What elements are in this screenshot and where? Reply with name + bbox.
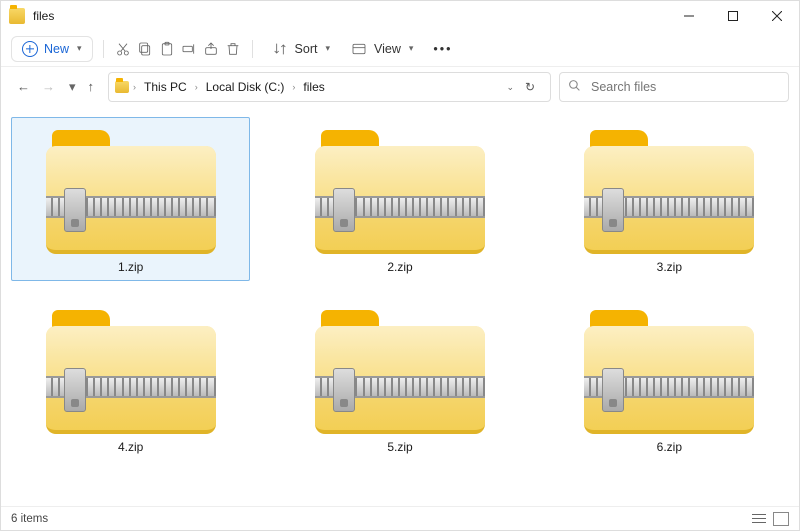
rename-button[interactable] bbox=[180, 40, 198, 58]
search-icon bbox=[568, 79, 581, 95]
chevron-right-icon: › bbox=[290, 82, 297, 92]
file-label: 4.zip bbox=[118, 440, 143, 454]
file-label: 3.zip bbox=[657, 260, 682, 274]
file-item[interactable]: 5.zip bbox=[280, 297, 519, 461]
sort-icon bbox=[271, 40, 289, 58]
divider bbox=[103, 40, 104, 58]
view-icon bbox=[350, 40, 368, 58]
refresh-button[interactable]: ↻ bbox=[516, 80, 544, 94]
toolbar: New ▾ Sort ▾ View ▾ ••• bbox=[1, 31, 799, 67]
search-box[interactable] bbox=[559, 72, 789, 102]
zip-folder-icon bbox=[315, 304, 485, 434]
zip-folder-icon bbox=[315, 124, 485, 254]
maximize-button[interactable] bbox=[711, 1, 755, 31]
chevron-right-icon: › bbox=[131, 82, 138, 92]
sort-button[interactable]: Sort ▾ bbox=[263, 36, 338, 62]
view-label: View bbox=[374, 42, 401, 56]
statusbar: 6 items bbox=[1, 506, 799, 530]
nav-arrows: ← → ▾ ↑ bbox=[11, 79, 100, 95]
details-view-button[interactable] bbox=[751, 512, 767, 526]
minimize-button[interactable] bbox=[667, 1, 711, 31]
file-item[interactable]: 1.zip bbox=[11, 117, 250, 281]
recent-button[interactable]: ▾ bbox=[69, 79, 76, 95]
plus-icon bbox=[22, 41, 38, 57]
sort-label: Sort bbox=[295, 42, 318, 56]
cut-button[interactable] bbox=[114, 40, 132, 58]
paste-button[interactable] bbox=[158, 40, 176, 58]
file-label: 2.zip bbox=[387, 260, 412, 274]
chevron-down-icon: ▾ bbox=[325, 43, 330, 54]
up-button[interactable]: ↑ bbox=[88, 79, 95, 95]
new-button[interactable]: New ▾ bbox=[11, 36, 93, 62]
item-count: 6 items bbox=[11, 513, 48, 525]
file-label: 5.zip bbox=[387, 440, 412, 454]
breadcrumb-seg[interactable]: This PC bbox=[140, 78, 191, 96]
chevron-down-icon: ▾ bbox=[77, 43, 82, 54]
more-button[interactable]: ••• bbox=[425, 38, 460, 60]
file-item[interactable]: 4.zip bbox=[11, 297, 250, 461]
titlebar: files bbox=[1, 1, 799, 31]
zip-folder-icon bbox=[46, 304, 216, 434]
new-label: New bbox=[44, 42, 69, 56]
window-title: files bbox=[33, 9, 54, 23]
navbar: ← → ▾ ↑ › This PC › Local Disk (C:) › fi… bbox=[1, 67, 799, 107]
file-label: 1.zip bbox=[118, 260, 143, 274]
address-bar[interactable]: › This PC › Local Disk (C:) › files ⌄ ↻ bbox=[108, 72, 551, 102]
file-grid: 1.zip 2.zip 3.zip 4.zip bbox=[11, 117, 789, 461]
chevron-down-icon[interactable]: ⌄ bbox=[506, 82, 514, 93]
divider bbox=[252, 40, 253, 58]
zip-folder-icon bbox=[46, 124, 216, 254]
breadcrumb-seg[interactable]: Local Disk (C:) bbox=[202, 78, 289, 96]
forward-button[interactable]: → bbox=[42, 79, 55, 95]
file-item[interactable]: 3.zip bbox=[550, 117, 789, 281]
share-button[interactable] bbox=[202, 40, 220, 58]
folder-icon bbox=[9, 8, 25, 24]
file-item[interactable]: 2.zip bbox=[280, 117, 519, 281]
zip-folder-icon bbox=[584, 124, 754, 254]
zip-folder-icon bbox=[584, 304, 754, 434]
file-item[interactable]: 6.zip bbox=[550, 297, 789, 461]
search-input[interactable] bbox=[589, 79, 780, 95]
delete-button[interactable] bbox=[224, 40, 242, 58]
thumbnails-view-button[interactable] bbox=[773, 512, 789, 526]
chevron-down-icon: ▾ bbox=[409, 43, 414, 54]
close-button[interactable] bbox=[755, 1, 799, 31]
breadcrumb-seg[interactable]: files bbox=[299, 78, 328, 96]
chevron-right-icon: › bbox=[193, 82, 200, 92]
folder-icon bbox=[115, 81, 129, 93]
back-button[interactable]: ← bbox=[17, 79, 30, 95]
file-label: 6.zip bbox=[657, 440, 682, 454]
copy-button[interactable] bbox=[136, 40, 154, 58]
content-area[interactable]: 1.zip 2.zip 3.zip 4.zip bbox=[1, 107, 799, 506]
view-toggle bbox=[751, 512, 789, 526]
view-button[interactable]: View ▾ bbox=[342, 36, 421, 62]
